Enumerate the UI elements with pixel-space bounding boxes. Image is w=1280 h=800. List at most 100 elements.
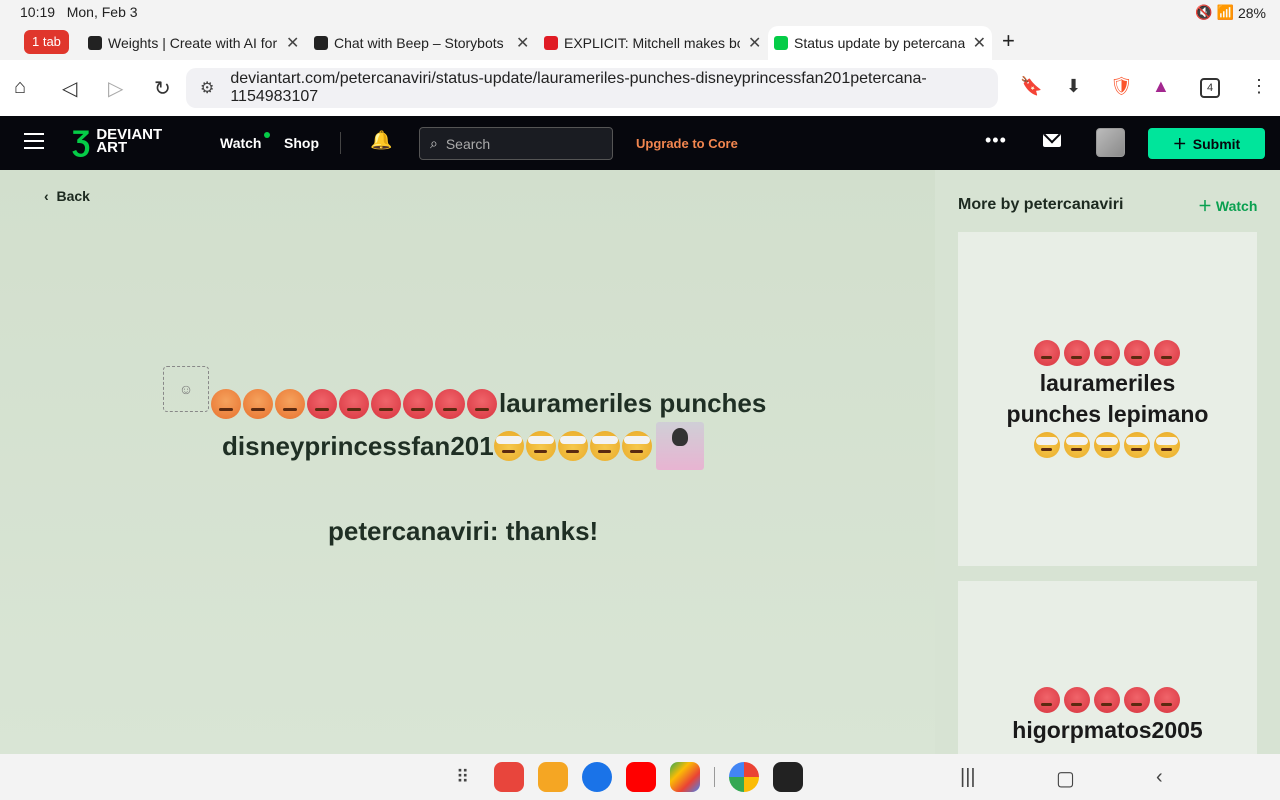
flipboard-app-icon[interactable]: [494, 762, 524, 792]
browser-tab-storybots[interactable]: Chat with Beep – Storybots | ✕: [308, 28, 535, 58]
home-icon[interactable]: ⌂: [14, 76, 26, 99]
notifications-bell-icon[interactable]: 🔔: [370, 130, 392, 151]
head-bandage-emoji-icon: [493, 431, 524, 461]
close-tab-icon[interactable]: ✕: [973, 33, 986, 53]
menu-kebab-icon[interactable]: ⋮: [1250, 76, 1268, 97]
close-tab-icon[interactable]: ✕: [286, 33, 299, 53]
browser-tab-deviantart[interactable]: Status update by petercanavi ✕: [768, 26, 992, 60]
deviantart-logo[interactable]: Ʒ DEVIANT ART: [72, 124, 162, 158]
angry-emoji-icon: [211, 388, 241, 419]
clock: 10:19 Mon, Feb 3: [20, 4, 138, 20]
new-tab-icon[interactable]: +: [1002, 28, 1015, 54]
hamburger-menu-icon[interactable]: [24, 133, 44, 151]
card-title-line2: punches lepimano: [1006, 401, 1209, 427]
mute-icon: 🔇: [1195, 4, 1213, 20]
more-by-card[interactable]: higorpmatos2005: [958, 581, 1257, 754]
emoji-row: [958, 340, 1257, 366]
head-bandage-emoji-icon: [525, 431, 556, 461]
reply-text: petercanaviri: thanks!: [328, 516, 599, 546]
nav-shop[interactable]: Shop: [284, 135, 319, 151]
sidebar-title: More by petercanaviri: [958, 196, 1124, 213]
pouting-emoji-icon: [435, 388, 465, 419]
reaction-emoji-button[interactable]: ☺: [163, 366, 209, 412]
messages-app-icon[interactable]: [582, 762, 612, 792]
recent-apps-icon[interactable]: |||: [960, 766, 976, 789]
battery-level: 28%: [1237, 4, 1266, 21]
card-title-line1: laurameriles: [1039, 370, 1176, 396]
more-by-sidebar: More by petercanaviri ＋ Watch laurameril…: [935, 170, 1280, 754]
angry-emoji-icon: [275, 388, 305, 419]
forward-arrow-icon[interactable]: ▷: [108, 76, 123, 101]
weights-favicon-icon: [88, 36, 102, 50]
watch-button[interactable]: ＋ Watch: [1198, 196, 1257, 216]
google-app-icon[interactable]: [729, 762, 759, 792]
url-text: deviantart.com/petercanaviri/status-upda…: [230, 70, 927, 105]
emoji-row: [958, 687, 1257, 713]
brave-rewards-icon[interactable]: ▲: [1152, 76, 1170, 97]
messages-mail-icon[interactable]: [1043, 134, 1061, 147]
card-title-line1: higorpmatos2005: [1012, 717, 1203, 743]
pouting-emoji-icon: [1033, 687, 1060, 713]
pouting-emoji-icon: [1123, 687, 1150, 713]
head-bandage-emoji-icon: [557, 431, 588, 461]
youtube-app-icon[interactable]: [626, 762, 656, 792]
play-store-app-icon[interactable]: [670, 762, 700, 792]
close-tab-icon[interactable]: ✕: [516, 33, 529, 53]
back-nav-icon[interactable]: ‹: [1156, 766, 1163, 789]
head-bandage-emoji-icon: [1093, 432, 1120, 458]
pouting-emoji-icon: [339, 388, 369, 419]
youtube-favicon-icon: [544, 36, 558, 50]
back-arrow-icon[interactable]: ◁: [62, 76, 77, 101]
upgrade-to-core-link[interactable]: Upgrade to Core: [636, 136, 738, 151]
app-drawer-icon[interactable]: ⠿: [456, 767, 480, 788]
close-tab-icon[interactable]: ✕: [748, 33, 761, 53]
head-bandage-emoji-icon: [1033, 432, 1060, 458]
pouting-emoji-icon: [371, 388, 401, 419]
character-sticker-image: [655, 422, 704, 470]
nav-watch[interactable]: Watch: [220, 135, 261, 151]
browser-toolbar: ⌂ ◁ ▷ ↻ ⚙ deviantart.com/petercanaviri/s…: [0, 60, 1280, 116]
wifi-icon: 📶: [1216, 4, 1234, 20]
status-text-line2: disneyprincessfan201: [222, 422, 704, 470]
head-bandage-emoji-icon: [1153, 432, 1180, 458]
site-settings-icon[interactable]: ⚙: [200, 78, 214, 98]
files-app-icon[interactable]: [538, 762, 568, 792]
status-text-line1: laurameriles punches: [211, 388, 766, 419]
browser-tab-weights[interactable]: Weights | Create with AI for F ✕: [82, 28, 305, 58]
pouting-emoji-icon: [1033, 340, 1060, 366]
watch-notification-dot: [264, 132, 270, 138]
deviantart-favicon-icon: [774, 36, 788, 50]
smiley-icon: ☺: [178, 381, 194, 397]
back-link[interactable]: ‹ Back: [44, 188, 90, 204]
system-status-bar: 10:19 Mon, Feb 3 🔇 📶 28%: [0, 0, 1280, 24]
pouting-emoji-icon: [1093, 687, 1120, 713]
brave-shields-icon[interactable]: 🛡: [1110, 76, 1133, 97]
browser-tab-youtube[interactable]: EXPLICIT: Mitchell makes bo ✕: [538, 28, 767, 58]
search-input[interactable]: ⌕ Search: [419, 127, 613, 160]
tab-group-count[interactable]: 1 tab: [24, 30, 69, 54]
more-by-card[interactable]: laurameriles punches lepimano: [958, 232, 1257, 566]
head-bandage-emoji-icon: [1123, 432, 1150, 458]
address-bar[interactable]: ⚙ deviantart.com/petercanaviri/status-up…: [186, 68, 998, 108]
app-dock: ⠿: [456, 762, 803, 792]
more-options-icon[interactable]: •••: [985, 130, 1007, 151]
angry-emoji-icon: [243, 388, 273, 419]
pouting-emoji-icon: [1063, 687, 1090, 713]
search-icon: ⌕: [430, 135, 438, 151]
status-update-content: ‹ Back ☺ laurameriles punches disneyprin…: [0, 170, 935, 754]
deviantart-logo-icon: Ʒ: [72, 124, 91, 158]
head-bandage-emoji-icon: [589, 431, 620, 461]
head-bandage-emoji-icon: [621, 431, 652, 461]
user-avatar[interactable]: [1096, 128, 1125, 157]
download-icon[interactable]: ⬇: [1066, 76, 1081, 97]
status-icons: 🔇 📶 28%: [1195, 4, 1266, 21]
android-taskbar: ⠿ ||| ▢ ‹: [0, 754, 1280, 800]
deviantart-header: Ʒ DEVIANT ART Watch Shop 🔔 ⌕ Search Upgra…: [0, 116, 1280, 170]
reload-icon[interactable]: ↻: [154, 76, 171, 101]
pouting-emoji-icon: [1093, 340, 1120, 366]
tab-switcher-button[interactable]: 4: [1200, 78, 1220, 98]
roblox-app-icon[interactable]: [773, 762, 803, 792]
home-nav-icon[interactable]: ▢: [1056, 766, 1075, 791]
bookmark-icon[interactable]: 🔖: [1020, 76, 1042, 97]
submit-button[interactable]: ＋ Submit: [1148, 128, 1265, 159]
